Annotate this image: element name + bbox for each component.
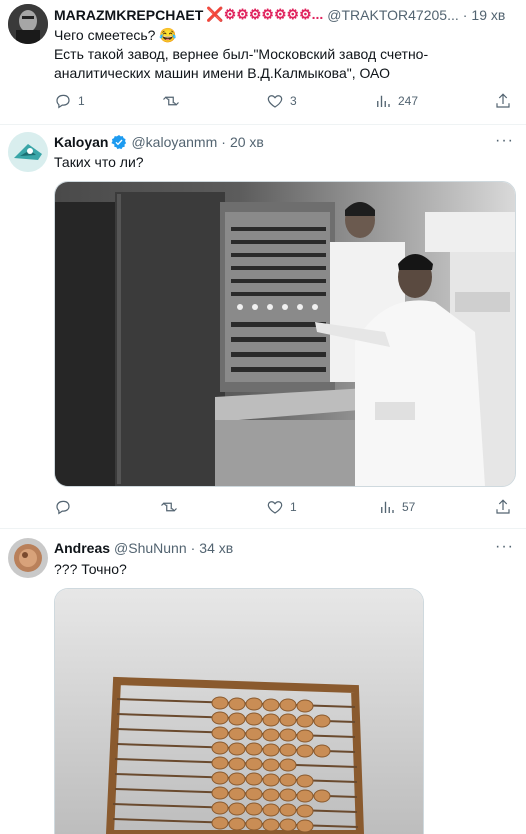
tweet-2[interactable]: Kaloyan @kaloyanmm · 20 хв ··· Таких что… — [0, 124, 526, 529]
like-count: 3 — [290, 94, 297, 108]
timestamp[interactable]: 20 хв — [230, 134, 264, 150]
tweet-photo[interactable] — [54, 181, 516, 487]
tweet-3[interactable]: Andreas @ShuNunn · 34 хв ··· ??? Точно? — [0, 528, 526, 834]
like-button[interactable]: 1 — [266, 498, 297, 516]
view-count: 57 — [402, 500, 416, 514]
separator-dot: · — [221, 134, 226, 150]
tweet-header: MARAZMKREPCHAET ❌⚙⚙⚙⚙⚙⚙⚙... @TRAKTOR4720… — [54, 6, 505, 23]
views-button[interactable]: 57 — [378, 498, 415, 516]
like-button[interactable]: 3 — [266, 92, 297, 110]
retweet-icon — [163, 96, 179, 106]
views-icon — [381, 501, 394, 513]
more-icon[interactable]: ··· — [495, 538, 514, 556]
reply-icon — [56, 500, 70, 515]
author-name[interactable]: Kaloyan — [54, 134, 108, 150]
avatar[interactable] — [8, 132, 48, 172]
separator-dot: · — [462, 6, 468, 23]
action-bar: 1 3 247 — [54, 92, 514, 112]
share-icon — [496, 499, 510, 514]
author-name-suffix: ❌⚙⚙⚙⚙⚙⚙⚙... — [206, 6, 324, 22]
avatar[interactable] — [8, 538, 48, 578]
view-count: 247 — [398, 94, 419, 108]
tweet-photo[interactable] — [54, 588, 424, 834]
views-button[interactable]: 247 — [374, 92, 418, 110]
share-button[interactable] — [494, 498, 512, 516]
retweet-button[interactable] — [160, 498, 184, 516]
tweet-text: ??? Точно? — [54, 561, 127, 577]
reply-count: 1 — [78, 94, 85, 108]
more-icon[interactable]: ··· — [495, 132, 514, 150]
reply-button[interactable]: 1 — [54, 92, 85, 110]
separator-dot: · — [190, 540, 196, 556]
retweet-button[interactable] — [162, 92, 186, 110]
tweet-text: Таких что ли? — [54, 154, 144, 170]
tweet-text: Чего смеетесь? 😂 Есть такой завод, верне… — [54, 27, 429, 81]
author-handle[interactable]: @TRAKTOR47205... — [327, 7, 458, 23]
timestamp[interactable]: 34 хв — [199, 540, 233, 556]
reply-button[interactable] — [54, 498, 78, 516]
author-name[interactable]: Andreas — [54, 540, 110, 556]
author-handle[interactable]: @kaloyanmm — [131, 134, 217, 150]
reply-icon — [56, 94, 70, 109]
views-icon — [377, 95, 390, 107]
tweet-1[interactable]: MARAZMKREPCHAET ❌⚙⚙⚙⚙⚙⚙⚙... @TRAKTOR4720… — [0, 0, 526, 125]
heart-icon — [267, 501, 283, 514]
author-name[interactable]: MARAZMKREPCHAET — [54, 7, 203, 23]
share-icon — [496, 93, 510, 108]
tweet-header: Kaloyan @kaloyanmm · 20 хв — [54, 134, 264, 150]
avatar[interactable] — [8, 4, 48, 44]
share-button[interactable] — [494, 92, 512, 110]
retweet-icon — [161, 502, 177, 512]
tweet-header: Andreas @ShuNunn · 34 хв — [54, 540, 233, 556]
verified-badge-icon — [111, 135, 127, 150]
heart-icon — [267, 95, 283, 108]
author-handle[interactable]: @ShuNunn — [114, 540, 187, 556]
action-bar: 1 57 — [54, 498, 514, 518]
timestamp[interactable]: 19 хв — [471, 7, 505, 23]
like-count: 1 — [290, 500, 297, 514]
